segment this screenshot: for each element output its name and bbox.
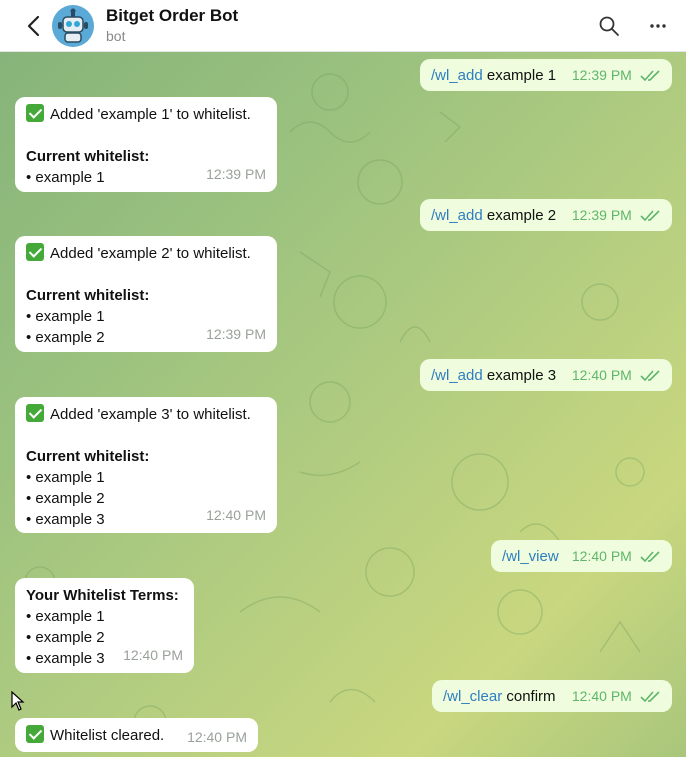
message-time: 12:39 PM — [571, 207, 632, 223]
incoming-message[interactable]: Added 'example 2' to whitelist. Current … — [15, 236, 277, 352]
command-link[interactable]: /wl_view — [502, 548, 559, 565]
outgoing-message[interactable]: /wl_view 12:40 PM — [491, 540, 672, 572]
command-link[interactable]: /wl_clear — [443, 688, 502, 705]
robot-avatar-icon[interactable] — [52, 5, 94, 47]
command-link[interactable]: /wl_add — [431, 67, 483, 84]
check-mark-icon — [26, 725, 44, 743]
incoming-message[interactable]: Added 'example 1' to whitelist. Current … — [15, 97, 277, 192]
chat-header: Bitget Order Bot bot — [0, 0, 686, 52]
incoming-message[interactable]: Your Whitelist Terms: • example 1 • exam… — [15, 578, 194, 673]
whitelist-item: • example 1 — [26, 608, 105, 625]
message-time: 12:39 PM — [571, 67, 632, 83]
outgoing-message[interactable]: /wl_clear confirm 12:40 PM — [432, 680, 672, 712]
double-check-icon — [640, 691, 660, 703]
double-check-icon — [640, 551, 660, 563]
status-text: Added 'example 2' to whitelist. — [50, 245, 251, 262]
status-text: Added 'example 3' to whitelist. — [50, 406, 251, 423]
whitelist-heading: Your Whitelist Terms: — [26, 587, 179, 604]
command-link[interactable]: /wl_add — [431, 207, 483, 224]
check-mark-icon — [26, 243, 44, 261]
command-link[interactable]: /wl_add — [431, 367, 483, 384]
message-time: 12:39 PM — [206, 166, 266, 182]
status-text: Whitelist cleared. — [50, 727, 165, 744]
outgoing-message[interactable]: /wl_add example 1 12:39 PM — [420, 59, 672, 91]
more-vertical-icon[interactable] — [646, 14, 670, 38]
message-text: example 3 — [482, 367, 557, 384]
message-time: 12:39 PM — [206, 326, 266, 342]
status-text: Added 'example 1' to whitelist. — [50, 106, 251, 123]
message-time: 12:40 PM — [187, 729, 247, 745]
message-time: 12:40 PM — [206, 507, 266, 523]
message-time: 12:40 PM — [571, 367, 632, 383]
whitelist-heading: Current whitelist: — [26, 287, 150, 304]
double-check-icon — [640, 70, 660, 82]
mouse-cursor-icon — [11, 691, 25, 711]
message-time: 12:40 PM — [571, 548, 632, 564]
whitelist-item: • example 1 — [26, 469, 105, 486]
incoming-message[interactable]: Added 'example 3' to whitelist. Current … — [15, 397, 277, 533]
chat-subtitle: bot — [106, 28, 126, 44]
double-check-icon — [640, 210, 660, 222]
message-text: confirm — [502, 688, 556, 705]
check-mark-icon — [26, 404, 44, 422]
incoming-message[interactable]: Whitelist cleared. 12:40 PM — [15, 718, 258, 752]
chat-title[interactable]: Bitget Order Bot — [106, 6, 238, 26]
double-check-icon — [640, 370, 660, 382]
outgoing-message[interactable]: /wl_add example 2 12:39 PM — [420, 199, 672, 231]
message-text: example 1 — [482, 67, 557, 84]
message-time: 12:40 PM — [571, 688, 632, 704]
back-arrow-icon[interactable] — [22, 13, 46, 39]
chat-area[interactable]: /wl_add example 1 12:39 PM Added 'exampl… — [0, 52, 686, 757]
whitelist-heading: Current whitelist: — [26, 448, 150, 465]
outgoing-message[interactable]: /wl_add example 3 12:40 PM — [420, 359, 672, 391]
check-mark-icon — [26, 104, 44, 122]
message-text: example 2 — [482, 207, 557, 224]
message-time: 12:40 PM — [123, 647, 183, 663]
search-icon[interactable] — [597, 14, 621, 38]
